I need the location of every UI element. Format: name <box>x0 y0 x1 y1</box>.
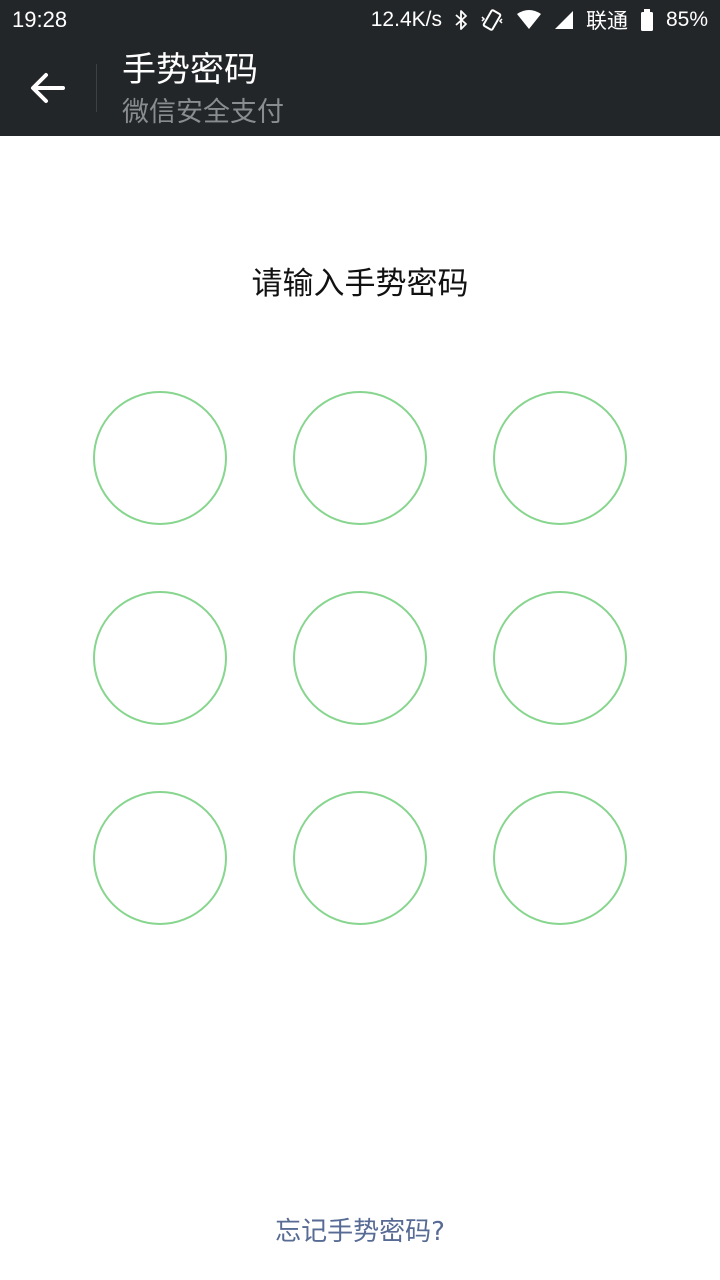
forgot-pattern-link[interactable]: 忘记手势密码? <box>0 1212 720 1252</box>
gesture-pattern-grid[interactable] <box>0 0 720 1280</box>
pattern-node-7[interactable] <box>93 791 227 925</box>
wifi-icon <box>516 7 542 33</box>
pattern-node-5[interactable] <box>293 591 427 725</box>
gesture-prompt: 请输入手势密码 <box>251 266 469 302</box>
pattern-node-1[interactable] <box>93 391 227 525</box>
bluetooth-icon <box>454 7 468 33</box>
page-title: 手势密码 <box>122 50 258 90</box>
pattern-node-8[interactable] <box>293 791 427 925</box>
signal-icon <box>554 7 574 33</box>
pattern-node-6[interactable] <box>493 591 627 725</box>
vibrate-icon <box>480 7 504 33</box>
status-right-group: 12.4K/s 联通 85% <box>371 7 708 33</box>
pattern-node-9[interactable] <box>493 791 627 925</box>
back-button[interactable] <box>14 54 82 122</box>
network-speed: 12.4K/s <box>370 8 442 31</box>
battery-percent: 85% <box>665 8 708 31</box>
header-divider <box>96 64 97 112</box>
status-bar: 19:28 12.4K/s 联通 85% <box>0 0 720 40</box>
action-bar: 手势密码 微信安全支付 <box>0 40 720 136</box>
status-time: 19:28 <box>12 7 68 32</box>
pattern-node-3[interactable] <box>493 391 627 525</box>
page-subtitle: 微信安全支付 <box>122 97 284 128</box>
carrier-label: 联通 <box>585 10 628 33</box>
battery-icon <box>640 7 654 33</box>
arrow-left-icon <box>31 73 65 103</box>
pattern-node-4[interactable] <box>93 591 227 725</box>
pattern-node-2[interactable] <box>293 391 427 525</box>
